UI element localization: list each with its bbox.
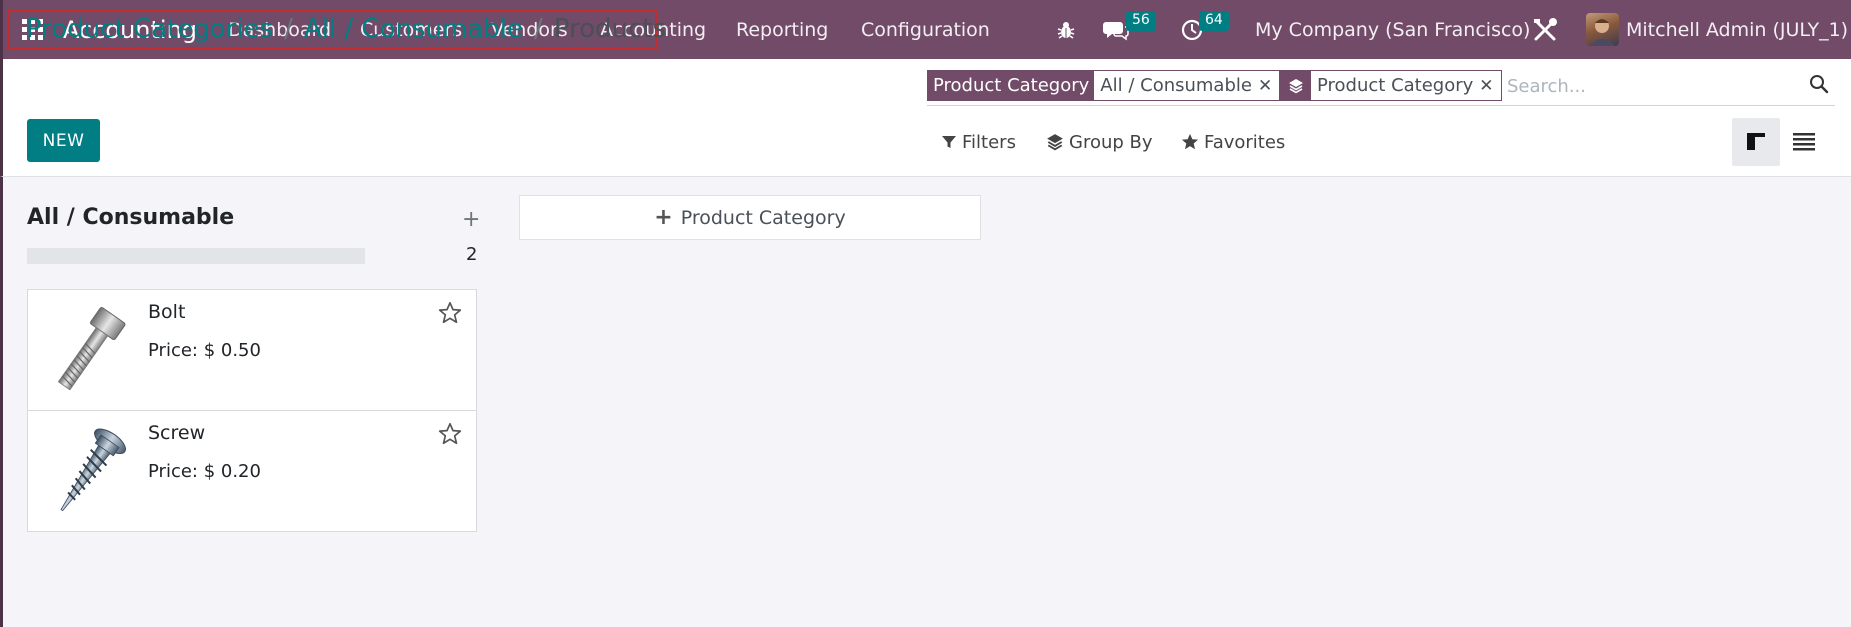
activities-badge: 64 [1199,11,1229,31]
layers-icon [1281,71,1311,100]
filter-icon [942,136,956,148]
product-image-screw [44,422,132,520]
facet-remove-icon[interactable]: ✕ [1257,71,1280,100]
kanban-view-button[interactable] [1732,118,1780,166]
add-column-button[interactable]: + Product Category [519,195,981,240]
facet-value: All / Consumable [1094,71,1258,100]
favorite-star-icon[interactable] [438,301,462,329]
group-by-button[interactable]: Group By [1046,127,1153,157]
kanban-card-screw[interactable]: Screw Price: $ 0.20 [27,410,477,532]
breadcrumb-separator: / [284,14,293,44]
breadcrumb-current: Products [553,14,667,44]
list-view-button[interactable] [1780,118,1828,166]
star-icon [1181,133,1199,150]
breadcrumb: Product Categories / All / Consumable / … [8,9,666,49]
product-name: Screw [148,422,206,444]
breadcrumb-all-consumable[interactable]: All / Consumable [304,14,523,44]
add-column-label: Product Category [680,206,846,229]
chat-icon[interactable] [1103,0,1129,59]
breadcrumb-product-categories[interactable]: Product Categories [26,14,273,44]
group-progress-bar [27,248,365,264]
kanban-card-bolt[interactable]: Bolt Price: $ 0.50 [27,289,477,411]
facet-remove-icon[interactable]: ✕ [1479,71,1501,100]
menu-configuration[interactable]: Configuration [861,0,990,59]
company-switcher[interactable]: My Company (San Francisco) [1255,0,1530,59]
product-image-bolt [44,301,132,399]
new-button[interactable]: NEW [27,119,100,162]
plus-icon: + [654,205,673,230]
kanban-group-title[interactable]: All / Consumable [27,205,234,230]
favorite-star-icon[interactable] [438,422,462,450]
avatar[interactable] [1586,13,1619,46]
favorites-label: Favorites [1204,131,1286,153]
layers-icon [1047,134,1063,151]
group-record-count: 2 [466,244,478,265]
facet-label: Product Category [928,71,1095,100]
tools-icon[interactable] [1532,0,1558,59]
left-edge-border [0,177,3,627]
list-view-icon [1793,133,1815,151]
product-price: Price: $ 0.50 [148,340,261,361]
search-facet-category-filter: Product Category All / Consumable ✕ [927,70,1281,101]
filters-label: Filters [962,131,1016,153]
product-name: Bolt [148,301,186,323]
menu-reporting[interactable]: Reporting [736,0,828,59]
search-facet-group-by: Product Category ✕ [1280,70,1502,101]
breadcrumb-separator: / [533,14,543,44]
search-bar: Product Category All / Consumable ✕ Prod… [927,70,1835,106]
product-price: Price: $ 0.20 [148,461,261,482]
search-input[interactable] [1505,70,1789,102]
filters-button[interactable]: Filters [941,127,1016,157]
kanban-view-icon [1747,133,1765,150]
favorites-button[interactable]: Favorites [1181,127,1285,157]
group-quick-add-icon[interactable]: + [462,207,480,232]
group-by-label: Group By [1069,131,1153,153]
user-menu[interactable]: Mitchell Admin (JULY_1) [1626,0,1848,59]
debug-bug-icon[interactable] [1057,0,1075,59]
facet-value: Product Category [1311,71,1480,100]
messages-badge: 56 [1126,11,1156,31]
search-icon[interactable] [1809,74,1829,98]
